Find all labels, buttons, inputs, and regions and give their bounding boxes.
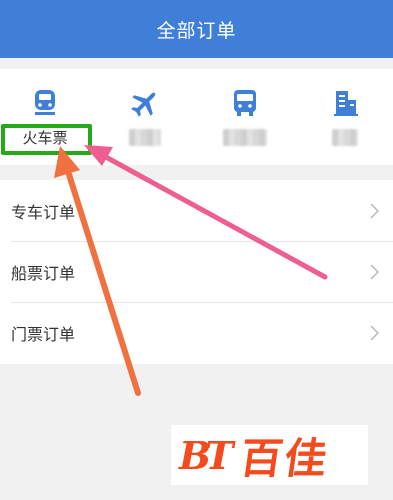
bus-icon <box>229 87 261 119</box>
airplane-icon <box>129 87 161 119</box>
chevron-right-icon <box>370 202 379 219</box>
category-flight-label <box>129 129 161 146</box>
menu-item-car-orders[interactable]: 专车订单 <box>0 180 393 241</box>
building-icon <box>329 87 361 119</box>
menu-item-ticket-orders[interactable]: 门票订单 <box>0 302 393 363</box>
chevron-right-icon <box>370 324 379 341</box>
watermark-text: 百佳 <box>237 433 333 483</box>
menu-item-label: 门票订单 <box>11 324 76 344</box>
menu-item-label: 船票订单 <box>11 263 76 283</box>
category-bus[interactable] <box>200 69 290 165</box>
order-menu-list: 专车订单 船票订单 门票订单 <box>0 180 393 364</box>
page-title: 全部订单 <box>156 19 237 42</box>
train-icon <box>29 87 61 119</box>
watermark: BT 百佳 <box>171 425 368 485</box>
app-header: 全部订单 <box>0 0 393 58</box>
category-flight[interactable] <box>100 69 190 165</box>
selection-highlight-box <box>1 124 92 155</box>
menu-item-ship-orders[interactable]: 船票订单 <box>0 241 393 302</box>
menu-item-label: 专车订单 <box>11 202 76 222</box>
category-hotel[interactable] <box>300 69 390 165</box>
category-hotel-label <box>332 129 358 146</box>
category-bus-label <box>223 129 267 146</box>
chevron-right-icon <box>370 263 379 280</box>
watermark-logo: BT <box>179 432 233 478</box>
